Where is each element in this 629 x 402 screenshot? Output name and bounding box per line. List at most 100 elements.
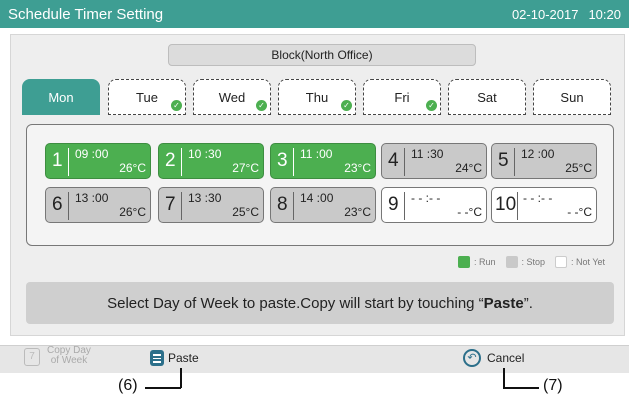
- slot-number: 1: [52, 150, 63, 171]
- callout-7-label: (7): [543, 377, 563, 394]
- slot-temperature: 25°C: [232, 205, 259, 219]
- slot-time: 11 :00: [300, 147, 333, 161]
- block-label: Block(North Office): [271, 48, 373, 62]
- slot-divider: [181, 148, 182, 176]
- slot-divider: [404, 192, 405, 220]
- copy-day-of-week-button: Copy Day of Week: [47, 346, 91, 366]
- day-tabs: Mon Tue ✓ Wed ✓ Thu ✓ Fri ✓ Sat Sun: [22, 79, 612, 115]
- tab-sat[interactable]: Sat: [448, 79, 526, 115]
- slot-divider: [68, 148, 69, 176]
- slot-temperature: - -°C: [457, 205, 482, 219]
- schedule-slot-6[interactable]: 6 13 :00 26°C: [45, 187, 151, 223]
- slot-divider: [514, 148, 515, 176]
- slot-temperature: 23°C: [344, 161, 371, 175]
- tab-label: Sat: [477, 89, 497, 105]
- slot-number: 2: [165, 150, 176, 171]
- tab-wed[interactable]: Wed ✓: [193, 79, 271, 115]
- slot-number: 5: [498, 150, 509, 171]
- slot-number: 9: [388, 194, 399, 215]
- slot-divider: [293, 148, 294, 176]
- tab-label: Fri: [394, 89, 410, 105]
- tab-label: Sun: [560, 89, 584, 105]
- callout-6-vertical-line: [180, 368, 182, 388]
- schedule-slot-8[interactable]: 8 14 :00 23°C: [270, 187, 376, 223]
- schedule-slot-1[interactable]: 1 09 :00 26°C: [45, 143, 151, 179]
- slot-temperature: 24°C: [455, 161, 482, 175]
- slot-divider: [181, 192, 182, 220]
- tab-thu[interactable]: Thu ✓: [278, 79, 356, 115]
- message-emphasis: Paste: [483, 294, 524, 312]
- legend: : Run : Stop : Not Yet: [452, 255, 605, 269]
- legend-run-label: : Run: [474, 257, 496, 267]
- message-text-after: ”.: [523, 294, 533, 312]
- slot-divider: [68, 192, 69, 220]
- tab-label: Thu: [305, 89, 329, 105]
- legend-run-swatch: [458, 256, 470, 268]
- instruction-message: Select Day of Week to paste.Copy will st…: [26, 282, 614, 324]
- check-icon: ✓: [256, 100, 267, 111]
- slot-time: - - :- -: [411, 191, 441, 205]
- slot-time: 10 :30: [188, 147, 222, 161]
- window-title: Schedule Timer Setting: [8, 5, 164, 23]
- cancel-button[interactable]: Cancel: [487, 351, 524, 365]
- legend-notyet-swatch: [555, 256, 568, 268]
- slot-time: - - :- -: [523, 191, 553, 205]
- tab-label: Mon: [48, 89, 74, 105]
- slot-divider: [404, 148, 405, 176]
- slot-temperature: 25°C: [565, 161, 592, 175]
- paste-icon[interactable]: [150, 350, 164, 366]
- date-text: 02-10-2017: [511, 6, 579, 22]
- clock: 02-10-2017 10:20: [512, 7, 621, 22]
- slot-number: 3: [277, 150, 288, 171]
- schedule-slot-7[interactable]: 7 13 :30 25°C: [158, 187, 264, 223]
- legend-stop-label: : Stop: [521, 257, 546, 267]
- slot-time: 09 :00: [75, 147, 109, 161]
- slot-number: 6: [52, 194, 63, 215]
- legend-notyet-label: : Not Yet: [571, 257, 606, 267]
- schedule-slot-2[interactable]: 2 10 :30 27°C: [158, 143, 264, 179]
- slot-time: 13 :30: [188, 191, 222, 205]
- screen: Schedule Timer Setting 02-10-2017 10:20 …: [0, 0, 629, 402]
- slot-time: 12 :00: [521, 147, 555, 161]
- check-icon: ✓: [341, 100, 352, 111]
- slot-number: 8: [277, 194, 288, 215]
- time-text: 10:20: [588, 6, 621, 22]
- callout-6-label: (6): [118, 377, 138, 394]
- schedule-slot-9[interactable]: 9 - - :- - - -°C: [381, 187, 487, 223]
- slot-number: 7: [165, 194, 176, 215]
- tab-fri[interactable]: Fri ✓: [363, 79, 441, 115]
- schedule-slot-10[interactable]: 10 - - :- - - -°C: [491, 187, 597, 223]
- check-icon: ✓: [171, 100, 182, 111]
- title-bar: Schedule Timer Setting 02-10-2017 10:20: [0, 0, 629, 28]
- bottom-toolbar: [0, 345, 629, 373]
- cancel-icon[interactable]: ↶: [463, 349, 481, 367]
- callout-6-horizontal-line: [145, 387, 181, 389]
- schedule-slot-3[interactable]: 3 11 :00 23°C: [270, 143, 376, 179]
- message-text-before: Select Day of Week to paste.Copy will st…: [107, 294, 484, 312]
- tab-sun[interactable]: Sun: [533, 79, 611, 115]
- tab-label: Tue: [136, 89, 158, 105]
- block-selector[interactable]: Block(North Office): [168, 44, 476, 66]
- callout-7-vertical-line: [503, 368, 505, 388]
- tab-mon[interactable]: Mon: [22, 79, 100, 115]
- schedule-grid: 1 09 :00 26°C 2 10 :30 27°C 3 11 :00 23°C 4 11 :30…: [26, 124, 614, 246]
- tab-label: Wed: [218, 89, 246, 105]
- tab-tue[interactable]: Tue ✓: [108, 79, 186, 115]
- slot-temperature: - -°C: [567, 205, 592, 219]
- schedule-slot-4[interactable]: 4 11 :30 24°C: [381, 143, 487, 179]
- slot-temperature: 27°C: [232, 161, 259, 175]
- paste-button[interactable]: Paste: [168, 351, 199, 365]
- slot-time: 14 :00: [300, 191, 334, 205]
- slot-divider: [293, 192, 294, 220]
- legend-stop-swatch: [505, 256, 518, 268]
- slot-number: 4: [388, 150, 399, 171]
- slot-temperature: 26°C: [119, 161, 146, 175]
- copy-day-label-line2: of Week: [50, 355, 88, 366]
- slot-number: 10: [495, 194, 517, 215]
- check-icon: ✓: [426, 100, 437, 111]
- calendar-icon: 7: [24, 348, 40, 366]
- slot-temperature: 23°C: [344, 205, 371, 219]
- slot-temperature: 26°C: [119, 205, 146, 219]
- slot-time: 13 :00: [75, 191, 109, 205]
- schedule-slot-5[interactable]: 5 12 :00 25°C: [491, 143, 597, 179]
